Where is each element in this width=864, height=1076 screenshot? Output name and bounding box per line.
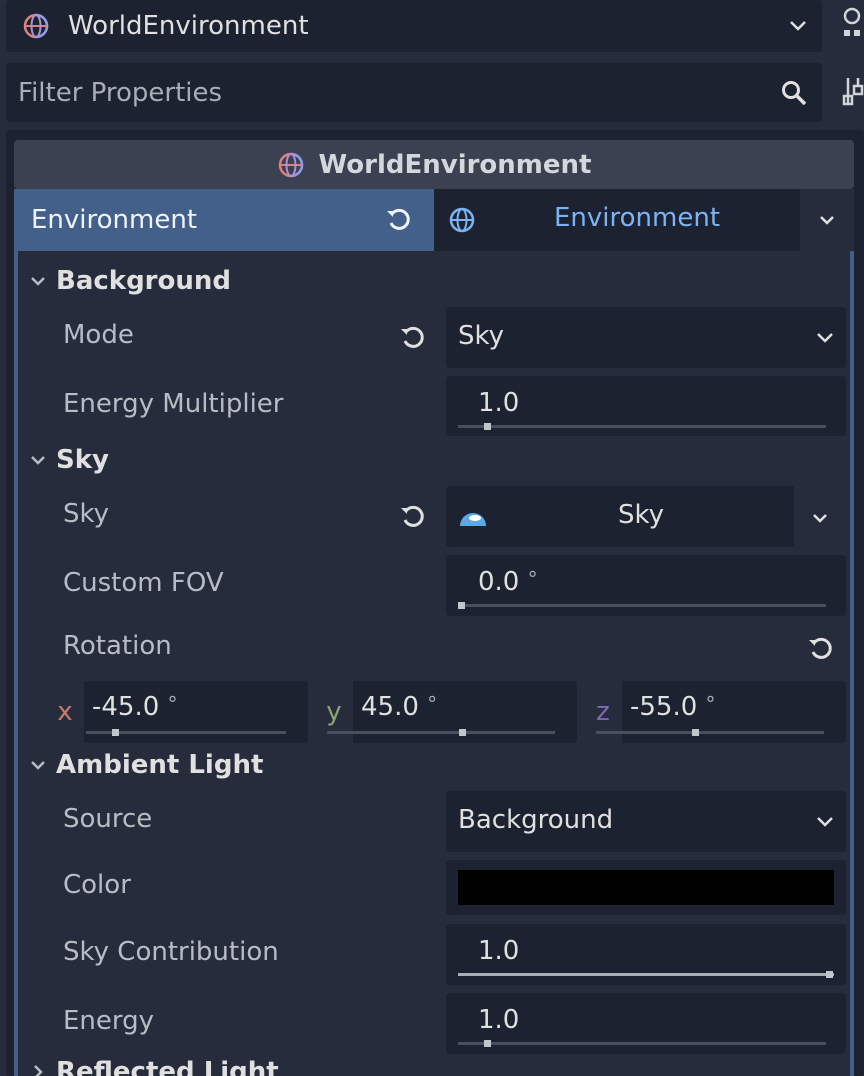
revert-icon[interactable]: [806, 634, 836, 664]
section-sky[interactable]: Sky: [28, 440, 109, 480]
environment-resource-picker[interactable]: Environment: [434, 189, 854, 251]
node-name: WorldEnvironment: [68, 11, 309, 41]
mode-value: Sky: [458, 321, 505, 351]
resource-dropdown-button[interactable]: [794, 486, 846, 547]
chevron-down-icon: [820, 216, 834, 225]
section-title: Background: [56, 266, 231, 296]
axis-label-x: x: [46, 681, 84, 743]
property-label: Environment: [31, 205, 198, 235]
chevron-down-icon: [813, 514, 827, 523]
slider-grabber[interactable]: [691, 729, 699, 736]
history-icon[interactable]: [838, 4, 864, 48]
property-label-energy-multiplier: Energy Multiplier: [63, 389, 284, 419]
chevron-down-icon: [31, 456, 45, 465]
property-label-sky-contribution: Sky Contribution: [63, 937, 279, 967]
rotation-z-field[interactable]: z -55.0 °: [584, 681, 846, 743]
sky-resource-icon: [460, 513, 486, 526]
slider-grabber[interactable]: [459, 729, 467, 736]
section-title: Sky: [56, 445, 109, 475]
slider-grabber[interactable]: [458, 602, 465, 609]
property-label-source: Source: [63, 804, 153, 834]
sky-contribution-slider[interactable]: 1.0: [446, 924, 846, 985]
section-title: Reflected Light: [56, 1057, 279, 1076]
search-icon[interactable]: [780, 79, 808, 107]
color-picker-button[interactable]: [446, 860, 846, 915]
property-label-mode: Mode: [63, 320, 134, 350]
revert-icon[interactable]: [398, 323, 428, 353]
property-label-custom-fov: Custom FOV: [63, 568, 224, 598]
rotation-z-value: -55.0 °: [630, 692, 716, 722]
energy-multiplier-value: 1.0: [478, 388, 520, 418]
slider-track[interactable]: [458, 604, 826, 607]
object-header: WorldEnvironment: [14, 140, 854, 189]
slider-track[interactable]: [458, 425, 826, 428]
mode-dropdown[interactable]: Sky: [446, 307, 846, 368]
resource-name: Environment: [554, 203, 721, 233]
world-environment-icon: [23, 13, 49, 39]
property-label-color: Color: [63, 870, 131, 900]
filter-properties[interactable]: [6, 63, 822, 122]
slider-track[interactable]: [596, 731, 824, 734]
tools-icon[interactable]: [842, 74, 864, 114]
section-reflected-light[interactable]: Reflected Light: [28, 1052, 279, 1076]
energy-slider[interactable]: 1.0: [446, 993, 846, 1054]
slider-grabber[interactable]: [483, 1040, 491, 1047]
slider-grabber[interactable]: [826, 971, 833, 978]
object-title: WorldEnvironment: [318, 149, 592, 180]
chevron-down-icon: [817, 333, 833, 343]
energy-multiplier-slider[interactable]: 1.0: [446, 376, 846, 436]
chevron-down-icon: [31, 761, 45, 770]
property-label-sky: Sky: [63, 499, 110, 529]
chevron-down-icon[interactable]: [786, 14, 810, 38]
rotation-y-field[interactable]: y 45.0 °: [315, 681, 577, 743]
resource-dropdown-button[interactable]: [800, 189, 854, 251]
color-swatch: [458, 870, 834, 905]
source-dropdown[interactable]: Background: [446, 791, 846, 852]
custom-fov-slider[interactable]: 0.0 °: [446, 555, 846, 616]
energy-value: 1.0: [478, 1005, 520, 1035]
slider-grabber[interactable]: [112, 729, 119, 736]
world-environment-icon: [278, 152, 303, 177]
sky-contribution-value: 1.0: [478, 936, 520, 966]
rotation-x-value: -45.0 °: [92, 692, 178, 722]
filter-input[interactable]: [18, 77, 758, 108]
rotation-x-field[interactable]: x -45.0 °: [46, 681, 308, 743]
property-label-energy: Energy: [63, 1006, 155, 1036]
source-value: Background: [458, 805, 614, 835]
environment-property-label: Environment: [14, 189, 434, 251]
property-label-rotation: Rotation: [63, 631, 172, 661]
sky-resource-picker[interactable]: Sky: [446, 486, 846, 547]
custom-fov-value: 0.0 °: [478, 567, 538, 597]
chevron-right-icon: [34, 1065, 43, 1076]
node-selector[interactable]: WorldEnvironment: [6, 0, 822, 52]
revert-icon[interactable]: [398, 502, 428, 532]
slider-track[interactable]: [458, 1042, 826, 1045]
chevron-down-icon: [31, 277, 45, 286]
rotation-y-value: 45.0 °: [361, 692, 438, 722]
section-ambient-light[interactable]: Ambient Light: [28, 745, 263, 785]
chevron-down-icon: [817, 817, 833, 827]
globe-icon: [449, 207, 475, 233]
sky-resource-name: Sky: [618, 500, 665, 530]
section-background[interactable]: Background: [28, 261, 231, 301]
section-title: Ambient Light: [56, 750, 264, 780]
slider-track[interactable]: [327, 731, 555, 734]
revert-icon[interactable]: [384, 205, 414, 235]
slider-track[interactable]: [458, 973, 834, 976]
slider-grabber[interactable]: [483, 423, 491, 430]
